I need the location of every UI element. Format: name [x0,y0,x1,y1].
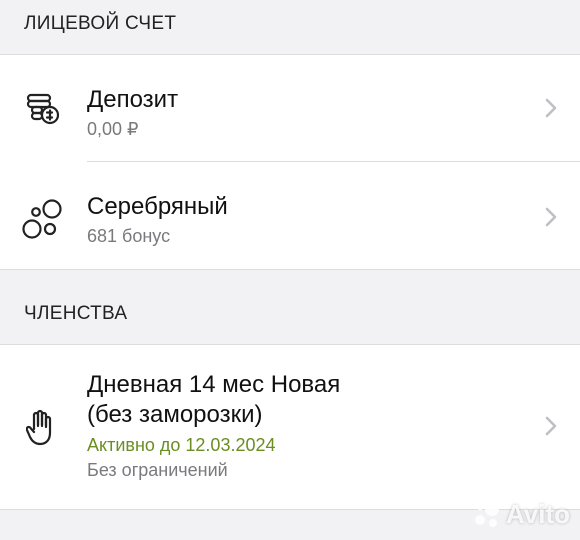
membership-card: Дневная 14 мес Новая (без заморозки) Акт… [0,344,580,510]
account-card: Депозит 0,00 ₽ Серебряный 681 бонус [0,54,580,270]
membership-status: Активно до 12.03.2024 [87,435,276,455]
coin-stack-icon [22,91,62,130]
bubbles-icon [22,198,64,245]
watermark-text: Avito [505,499,570,529]
membership-title-line2: (без заморозки) [87,401,263,428]
avito-logo-icon [474,501,499,527]
silver-bonus-row[interactable]: Серебряный 681 бонус [0,162,580,270]
bonus-count: 681 бонус [87,226,171,246]
avito-watermark: Avito [472,499,570,530]
section-header-memberships: ЧЛЕНСТВА [24,303,128,324]
section-header-account: ЛИЦЕВОЙ СЧЕТ [24,13,177,34]
chevron-right-icon [545,207,557,227]
membership-limit: Без ограничений [87,460,228,480]
chevron-right-icon [545,98,557,118]
chevron-right-icon [545,416,557,436]
deposit-title: Депозит [87,86,179,113]
membership-row[interactable]: Дневная 14 мес Новая (без заморозки) Акт… [0,345,580,509]
hand-icon [25,409,56,452]
deposit-row[interactable]: Депозит 0,00 ₽ [0,55,580,161]
deposit-amount: 0,00 ₽ [87,119,139,139]
divider [0,269,580,270]
membership-title-line1: Дневная 14 мес Новая [87,371,341,398]
silver-title: Серебряный [87,193,228,220]
